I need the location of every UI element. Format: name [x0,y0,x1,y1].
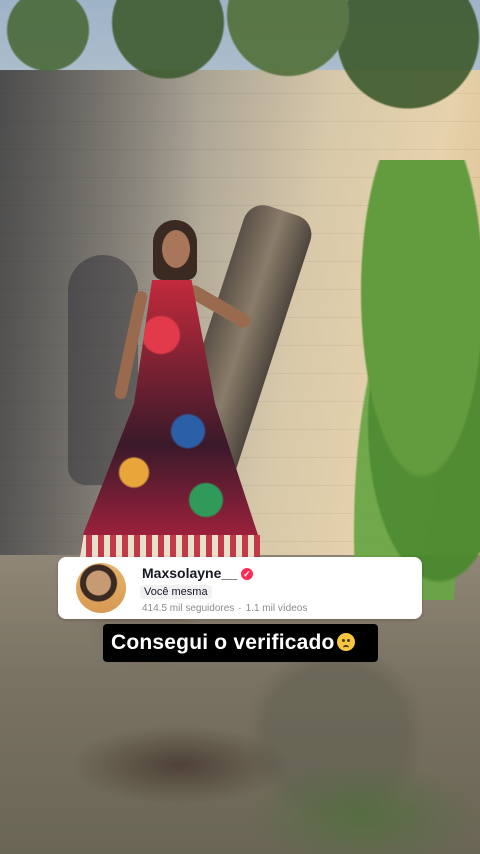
profile-subtitle-chip: Você mesma [140,585,212,599]
caption-text: Consegui o verificado [111,631,355,655]
face [162,230,190,268]
caption-label: Consegui o verificado [111,631,335,654]
profile-card[interactable]: Maxsolayne__ ✓ Você mesma 414.5 mil segui… [58,557,422,619]
avatar[interactable] [76,563,126,613]
dress-hem [80,535,260,557]
followers-count: 414.5 mil seguidores [142,603,235,614]
username-text: Maxsolayne__ [142,565,237,581]
grass-patch [250,760,480,854]
background-photo [0,0,480,854]
videos-count: 1.1 mil vídeos [245,603,308,614]
stats-separator: · [238,603,242,614]
profile-username[interactable]: Maxsolayne__ ✓ [142,565,253,581]
verified-badge-icon: ✓ [240,568,253,580]
tree-canopy [0,0,480,150]
plant-foliage [320,160,480,600]
profile-stats: 414.5 mil seguidores · 1.1 mil vídeos [142,603,307,614]
caption-box: Consegui o verificado [103,624,378,662]
pleading-face-emoji-icon [336,633,355,651]
woman-in-dress [80,220,260,560]
